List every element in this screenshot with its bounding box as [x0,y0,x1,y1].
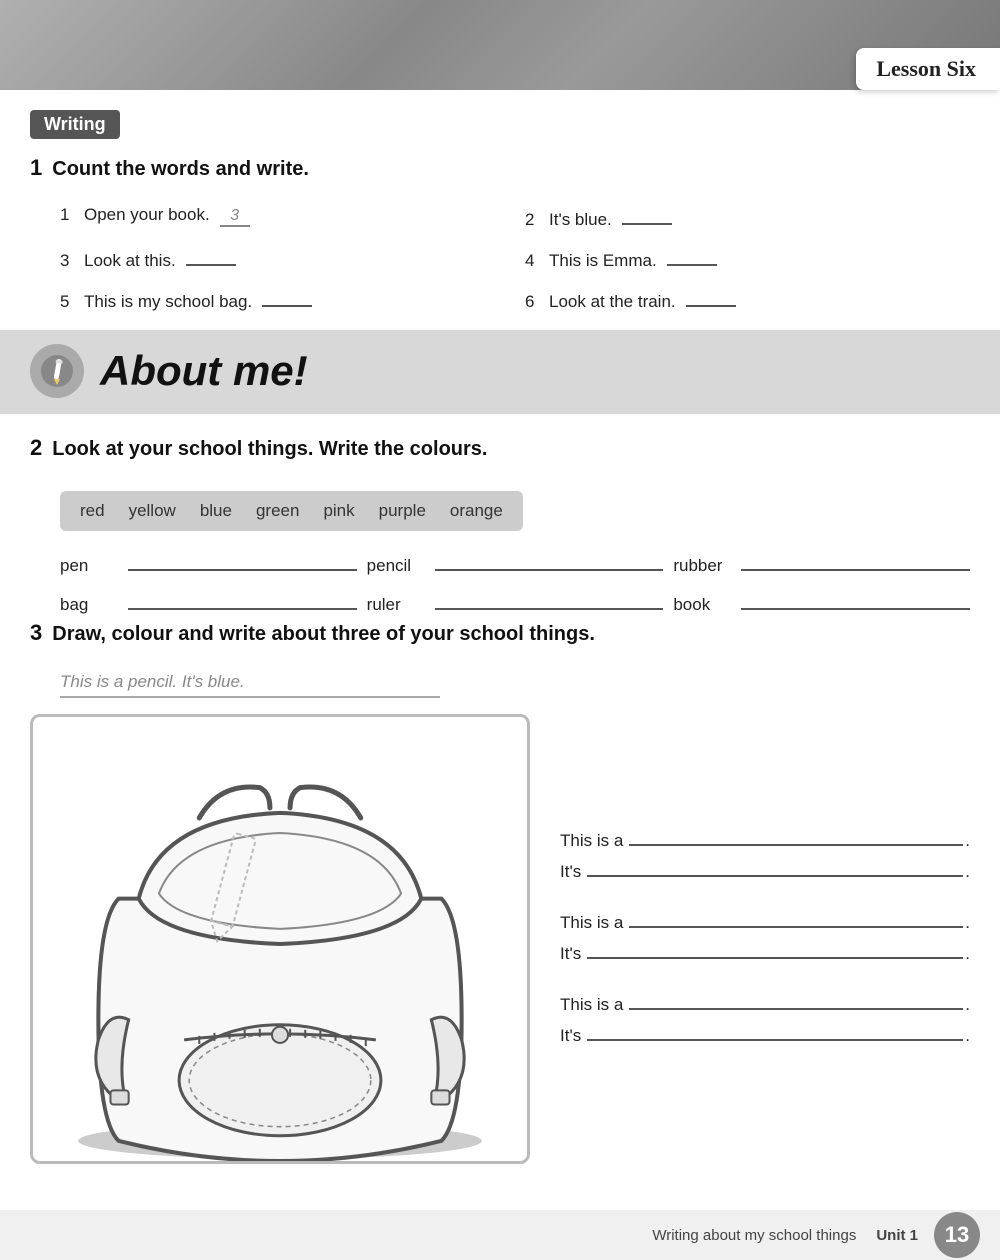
exercise-item-1: 1 Open your book. 3 [60,205,505,230]
fill-group-2: This is a . It's . [560,908,970,970]
item-bag: bag [60,590,357,615]
page-number: 13 [934,1212,980,1258]
footer: Writing about my school things Unit 1 13 [0,1210,1000,1260]
writing-label: Writing [30,110,120,139]
section-3-title: Draw, colour and write about three of yo… [52,623,595,646]
exercise-item-2: 2 It's blue. [525,205,970,230]
exercise-item-6: 6 Look at the train. [525,287,970,312]
fill-in-area: This is a . It's . This is a . [560,714,970,1164]
sentence-its-1: It's . [560,857,970,882]
colour-pink: pink [323,501,354,521]
drawing-area: This is a . It's . This is a . [30,714,970,1164]
lesson-tab-label: Lesson Six [876,56,976,81]
section-1-number: 1 [30,155,42,181]
fill-group-1: This is a . It's . [560,826,970,888]
item-pen: pen [60,551,357,576]
pencil-icon [30,344,84,398]
school-items-grid: pen pencil rubber bag ruler book [60,551,970,615]
item-book: book [673,590,970,615]
item-pencil: pencil [367,551,664,576]
section-2-number: 2 [30,435,42,461]
page: Lesson Six Writing 1 Count the words and… [0,0,1000,1260]
colour-blue: blue [200,501,232,521]
about-me-section: About me! [0,330,1000,414]
top-background [0,0,1000,90]
colour-yellow: yellow [129,501,176,521]
exercise-item-3: 3 Look at this. [60,246,505,271]
lesson-tab: Lesson Six [856,48,1000,90]
sentence-its-2: It's . [560,939,970,964]
example-sentence: This is a pencil. It's blue. [60,672,440,698]
section-1-title: Count the words and write. [52,158,309,181]
about-me-title: About me! [100,347,308,395]
bag-illustration [33,717,527,1161]
footer-unit: Unit 1 [876,1227,918,1244]
sentence-its-3: It's . [560,1021,970,1046]
item-rubber: rubber [673,551,970,576]
fill-group-3: This is a . It's . [560,990,970,1052]
sentence-this-is-a-3: This is a . [560,990,970,1015]
sentence-this-is-a-2: This is a . [560,908,970,933]
footer-label: Writing about my school things [652,1227,856,1244]
sentence-this-is-a-1: This is a . [560,826,970,851]
colour-orange: orange [450,501,503,521]
colour-purple: purple [379,501,426,521]
section-2-title: Look at your school things. Write the co… [52,438,487,461]
section-3-number: 3 [30,620,42,646]
section-1: 1 Count the words and write. 1 Open your… [30,155,970,318]
colour-green: green [256,501,299,521]
section-3: 3 Draw, colour and write about three of … [30,620,970,1164]
colour-red: red [80,501,105,521]
exercise-item-5: 5 This is my school bag. [60,287,505,312]
colours-box: red yellow blue green pink purple orange [60,491,523,531]
exercise-item-4: 4 This is Emma. [525,246,970,271]
drawing-box [30,714,530,1164]
section-2: 2 Look at your school things. Write the … [30,435,970,615]
exercise-grid: 1 Open your book. 3 2 It's blue. 3 Look … [60,205,970,318]
item-ruler: ruler [367,590,664,615]
